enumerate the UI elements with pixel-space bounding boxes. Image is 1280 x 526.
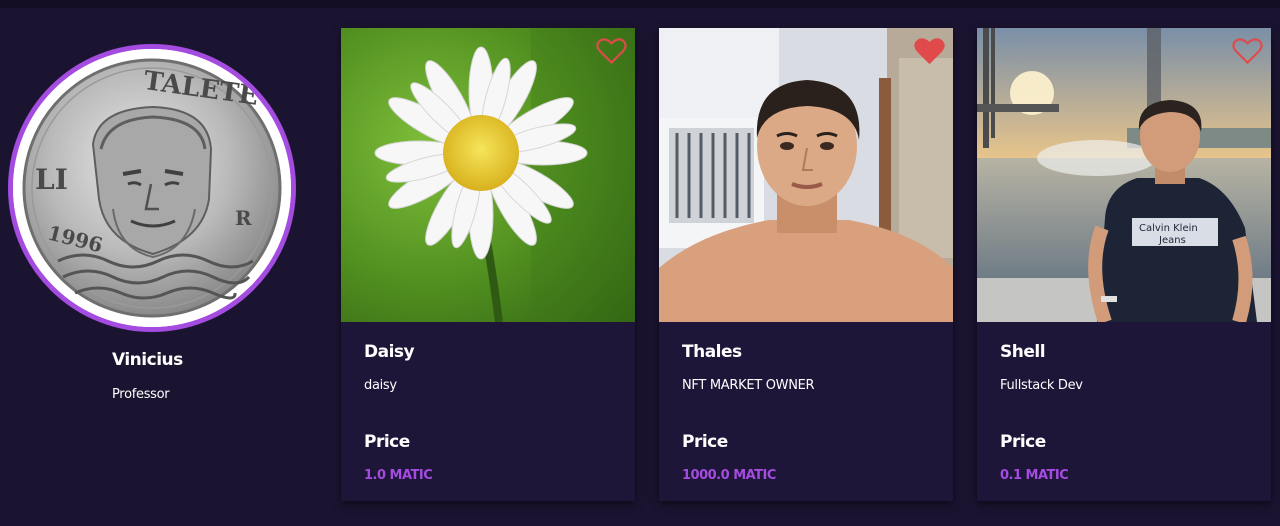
nft-card[interactable]: Calvin Klein Jeans Shell Fullstack Dev P… — [977, 28, 1271, 501]
portrait-photo-image — [659, 28, 953, 322]
nft-image[interactable] — [659, 28, 953, 322]
profile-name: Vinicius — [112, 350, 183, 370]
coin-mint-mark: R — [235, 206, 252, 230]
favorite-heart-icon[interactable] — [596, 37, 627, 65]
price-value: 1.0 MATIC — [364, 468, 433, 483]
coin-portrait-image: TALETE LI 1996 R — [13, 49, 291, 327]
nft-description: daisy — [364, 378, 397, 393]
coin-denomination: LI — [35, 163, 68, 196]
nft-title: Daisy — [364, 342, 415, 362]
profile-panel: TALETE LI 1996 R Vinicius Professor — [0, 0, 300, 526]
price-label: Price — [682, 432, 728, 452]
outdoor-portrait-image: Calvin Klein Jeans — [977, 28, 1271, 322]
nft-image[interactable]: Calvin Klein Jeans — [977, 28, 1271, 322]
svg-text:Jeans: Jeans — [1158, 235, 1186, 246]
price-value: 0.1 MATIC — [1000, 468, 1069, 483]
nft-description: NFT MARKET OWNER — [682, 378, 815, 393]
nft-card[interactable]: Daisy daisy Price 1.0 MATIC — [341, 28, 635, 501]
nft-title: Thales — [682, 342, 742, 362]
nft-card[interactable]: Thales NFT MARKET OWNER Price 1000.0 MAT… — [659, 28, 953, 501]
nft-description: Fullstack Dev — [1000, 378, 1083, 393]
profile-role: Professor — [112, 387, 170, 402]
nft-image[interactable] — [341, 28, 635, 322]
price-label: Price — [364, 432, 410, 452]
nft-title: Shell — [1000, 342, 1046, 362]
favorite-heart-icon[interactable] — [1232, 37, 1263, 65]
price-value: 1000.0 MATIC — [682, 468, 776, 483]
daisy-flower-image — [341, 28, 635, 322]
profile-avatar[interactable]: TALETE LI 1996 R — [8, 44, 296, 332]
svg-text:Calvin Klein: Calvin Klein — [1139, 223, 1198, 234]
favorite-heart-icon[interactable] — [914, 37, 945, 65]
price-label: Price — [1000, 432, 1046, 452]
